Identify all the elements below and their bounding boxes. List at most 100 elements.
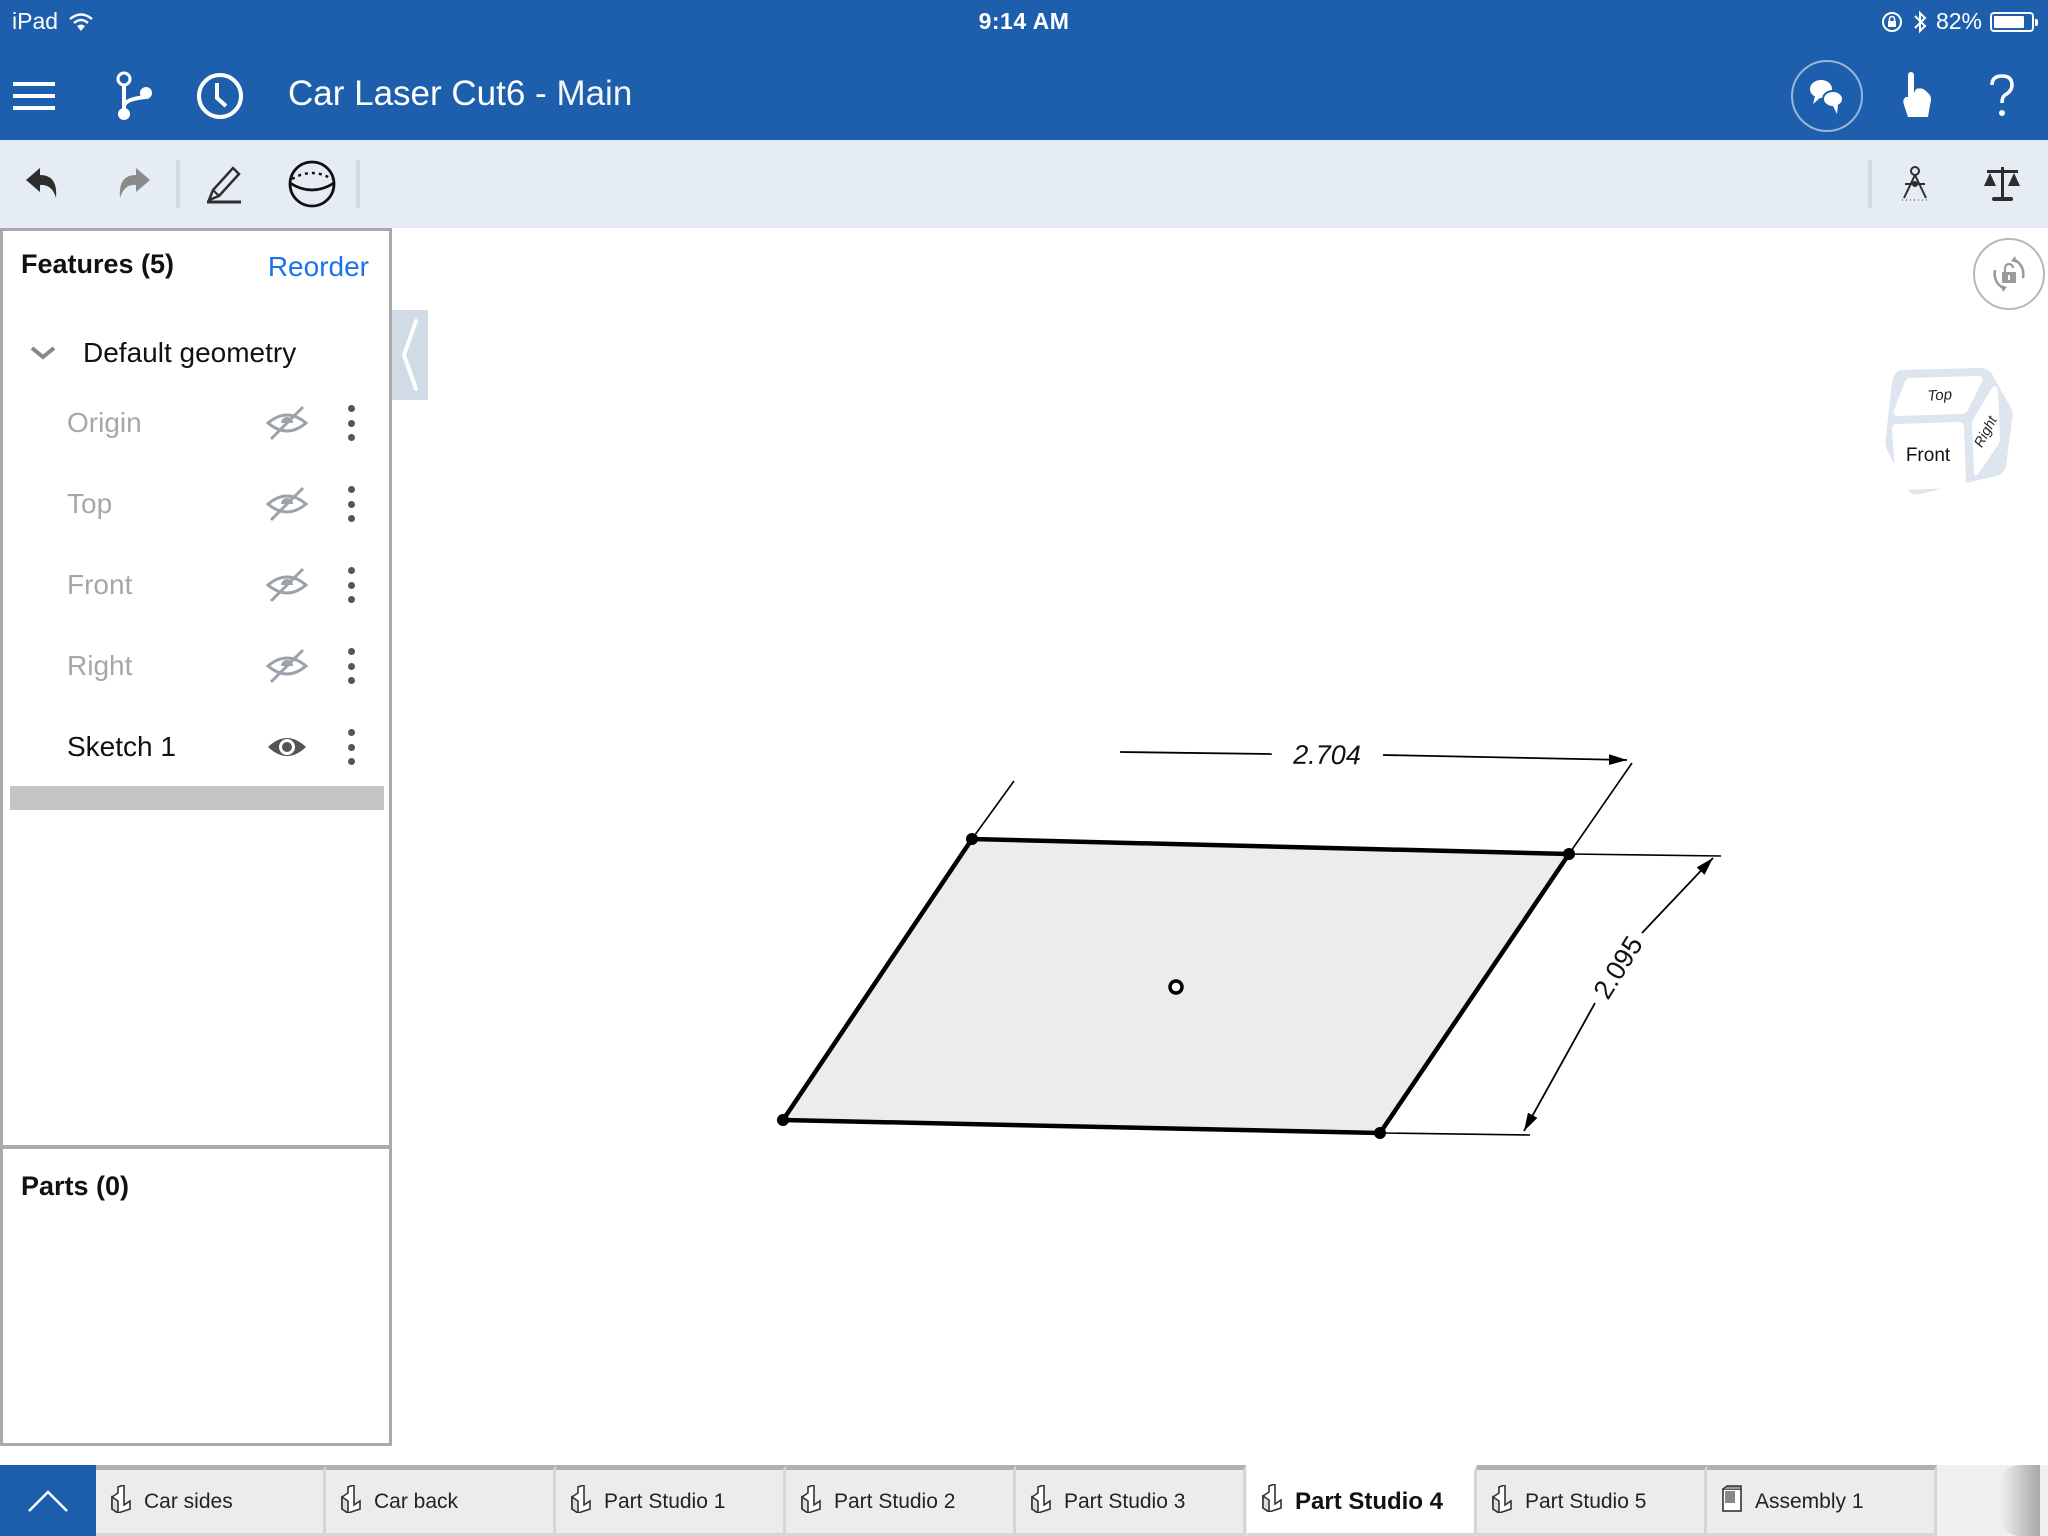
extension-line bbox=[971, 780, 1015, 840]
redo-button[interactable] bbox=[102, 154, 162, 214]
feature-name: Origin bbox=[67, 407, 142, 438]
sketch-center-point[interactable] bbox=[1168, 979, 1184, 995]
more-vertical-icon[interactable] bbox=[339, 401, 363, 445]
feature-name: Front bbox=[67, 569, 133, 600]
redo-icon bbox=[119, 168, 150, 198]
parts-header: Parts (0) bbox=[21, 1171, 130, 1201]
chevron-down-icon[interactable] bbox=[30, 345, 56, 361]
eye-slash-icon[interactable] bbox=[265, 646, 309, 686]
touch-mode-icon bbox=[1903, 72, 1931, 117]
tab-manager-button[interactable] bbox=[0, 1465, 96, 1536]
eye-slash-icon[interactable] bbox=[265, 565, 309, 605]
extension-line bbox=[1568, 762, 1633, 855]
rotate-unlock-icon bbox=[1993, 256, 2025, 292]
undo-icon bbox=[26, 168, 57, 198]
dimension-line-width bbox=[1119, 751, 1273, 755]
sphere-icon bbox=[288, 160, 336, 208]
sketch-vertex[interactable] bbox=[966, 833, 978, 845]
document-tab[interactable]: Car back bbox=[326, 1465, 556, 1536]
comments-button[interactable] bbox=[1791, 60, 1863, 132]
part-studio-icon bbox=[1489, 1483, 1515, 1519]
tab-label: Part Studio 3 bbox=[1064, 1489, 1186, 1513]
menu-button[interactable] bbox=[4, 66, 64, 126]
battery-level bbox=[1994, 15, 2024, 28]
feature-name: Right bbox=[67, 650, 133, 681]
dimension-line-height bbox=[1523, 1002, 1596, 1132]
sketch-button[interactable] bbox=[193, 154, 253, 214]
mass-properties-icon bbox=[1984, 167, 2020, 201]
tab-bar: Car sides Car back Part Studio 1 Part Studi… bbox=[0, 1465, 2048, 1536]
feature-name: Top bbox=[67, 488, 113, 519]
measure-button[interactable] bbox=[1885, 154, 1945, 214]
clock: 9:14 AM bbox=[978, 8, 1070, 34]
feature-list-scrollbar[interactable] bbox=[10, 786, 384, 810]
more-vertical-icon[interactable] bbox=[339, 644, 363, 688]
more-vertical-icon[interactable] bbox=[339, 725, 363, 769]
eye-icon[interactable] bbox=[265, 727, 309, 767]
bluetooth-icon bbox=[1914, 10, 1927, 33]
measure-icon bbox=[1902, 166, 1928, 201]
toolbar bbox=[0, 140, 2048, 228]
feature-row[interactable]: Right bbox=[3, 628, 389, 704]
app-bar: Car Laser Cut6 - Main bbox=[0, 56, 2048, 136]
feature-row[interactable]: Origin bbox=[3, 385, 389, 461]
undo-button[interactable] bbox=[14, 154, 74, 214]
more-vertical-icon[interactable] bbox=[339, 563, 363, 607]
feature-name: Sketch 1 bbox=[67, 731, 176, 762]
view-cube[interactable]: Top Front Right bbox=[1860, 348, 2020, 508]
document-tab[interactable]: Car sides bbox=[96, 1465, 326, 1536]
toolbar-separator bbox=[356, 160, 360, 208]
view-cube-graphic[interactable]: Top Front Right bbox=[1860, 348, 2020, 508]
versions-button[interactable] bbox=[104, 66, 164, 126]
document-tab[interactable]: Part Studio 1 bbox=[556, 1465, 786, 1536]
part-studio-icon bbox=[1259, 1482, 1285, 1519]
feature-row[interactable]: Front bbox=[3, 547, 389, 623]
eye-slash-icon[interactable] bbox=[265, 484, 309, 524]
document-tab[interactable]: Part Studio 5 bbox=[1477, 1465, 1707, 1536]
help-button[interactable] bbox=[1972, 66, 2032, 126]
group-label: Default geometry bbox=[83, 337, 297, 368]
sketch-vertex[interactable] bbox=[1374, 1127, 1386, 1139]
mass-properties-button[interactable] bbox=[1972, 154, 2032, 214]
extension-line bbox=[1379, 1132, 1531, 1136]
default-geometry-group[interactable]: Default geometry bbox=[3, 321, 389, 385]
rotation-lock-button[interactable] bbox=[1973, 238, 2045, 310]
toolbar-separator bbox=[1868, 160, 1872, 208]
toolbar-separator bbox=[176, 160, 180, 208]
part-studio-icon bbox=[1028, 1483, 1054, 1519]
feature-row[interactable]: Top bbox=[3, 466, 389, 542]
feature-row[interactable]: Sketch 1 bbox=[3, 709, 389, 785]
feature-button[interactable] bbox=[282, 154, 342, 214]
tab-label: Part Studio 2 bbox=[834, 1489, 956, 1513]
document-tab[interactable]: Part Studio 3 bbox=[1016, 1465, 1246, 1536]
dimension-label-height[interactable]: 2.095 bbox=[1588, 931, 1649, 1004]
tab-label: Assembly 1 bbox=[1755, 1489, 1864, 1513]
help-icon bbox=[1990, 74, 2014, 116]
features-header: Features (5) bbox=[21, 249, 175, 279]
dimension-line-height bbox=[1641, 857, 1714, 934]
sketch-vertex[interactable] bbox=[1563, 848, 1575, 860]
eye-slash-icon[interactable] bbox=[265, 403, 309, 443]
part-studio-icon bbox=[568, 1483, 594, 1519]
history-button[interactable] bbox=[190, 66, 250, 126]
sketch-vertex[interactable] bbox=[777, 1114, 789, 1126]
tab-label: Part Studio 5 bbox=[1525, 1489, 1647, 1513]
dimension-line-width bbox=[1382, 754, 1628, 766]
reorder-button[interactable]: Reorder bbox=[268, 251, 369, 283]
sketch-icon bbox=[206, 166, 241, 204]
document-tab[interactable]: Part Studio 2 bbox=[786, 1465, 1016, 1536]
dimension-label-width[interactable]: 2.704 bbox=[1292, 740, 1361, 771]
document-tab[interactable]: Part Studio 4 bbox=[1247, 1465, 1477, 1536]
document-tab[interactable]: Assembly 1 bbox=[1707, 1465, 1937, 1536]
tab-label: Part Studio 4 bbox=[1295, 1487, 1444, 1515]
touch-mode-button[interactable] bbox=[1886, 66, 1946, 126]
document-name: Car Laser Cut6 bbox=[288, 74, 526, 113]
panel-divider[interactable] bbox=[3, 1145, 389, 1149]
part-studio-icon bbox=[108, 1483, 134, 1519]
chevron-up-icon bbox=[28, 1489, 68, 1512]
menu-icon bbox=[13, 82, 55, 110]
sketch-canvas[interactable]: 2.704 2.095 bbox=[395, 228, 2048, 1446]
tab-label: Part Studio 1 bbox=[604, 1489, 726, 1513]
more-vertical-icon[interactable] bbox=[339, 482, 363, 526]
graphics-viewport[interactable]: 2.704 2.095 Top Front Right bbox=[395, 228, 2048, 1446]
